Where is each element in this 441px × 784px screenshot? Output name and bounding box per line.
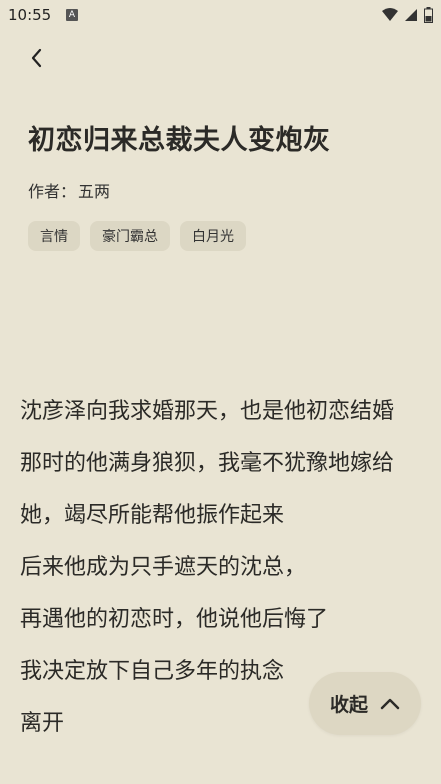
collapse-button[interactable]: 收起 xyxy=(309,672,421,735)
battery-icon xyxy=(424,7,433,23)
status-bar: 10:55 A xyxy=(0,0,441,30)
book-title: 初恋归来总裁夫人变炮灰 xyxy=(28,125,331,156)
author-label: 作者： xyxy=(28,182,77,201)
signal-icon xyxy=(405,9,417,21)
notification-a-icon: A xyxy=(66,9,78,21)
chevron-left-icon xyxy=(31,48,42,68)
tag-chip[interactable]: 言情 xyxy=(28,221,80,251)
status-icons xyxy=(382,6,433,24)
content-paragraph: 再遇他的初恋时，他说他后悔了 xyxy=(20,607,329,632)
chevron-up-icon xyxy=(380,698,400,709)
content-paragraph: 沈彦泽向我求婚那天，也是他初恋结婚 xyxy=(20,399,395,424)
status-time: 10:55 xyxy=(8,6,52,24)
author-line: 作者： 五两 xyxy=(28,178,110,202)
collapse-label: 收起 xyxy=(329,694,368,716)
content-paragraph: 后来他成为只手遮天的沈总， xyxy=(20,555,307,580)
back-button[interactable] xyxy=(22,44,50,72)
content-paragraph: 那时的他满身狼狈，我毫不犹豫地嫁给她，竭尽所能帮他振作起来 xyxy=(20,451,395,528)
tag-chip[interactable]: 豪门霸总 xyxy=(90,221,170,251)
author-name: 五两 xyxy=(78,182,111,201)
tag-list: 言情 豪门霸总 白月光 xyxy=(28,221,246,251)
tag-chip[interactable]: 白月光 xyxy=(180,221,246,251)
wifi-icon xyxy=(382,8,398,21)
